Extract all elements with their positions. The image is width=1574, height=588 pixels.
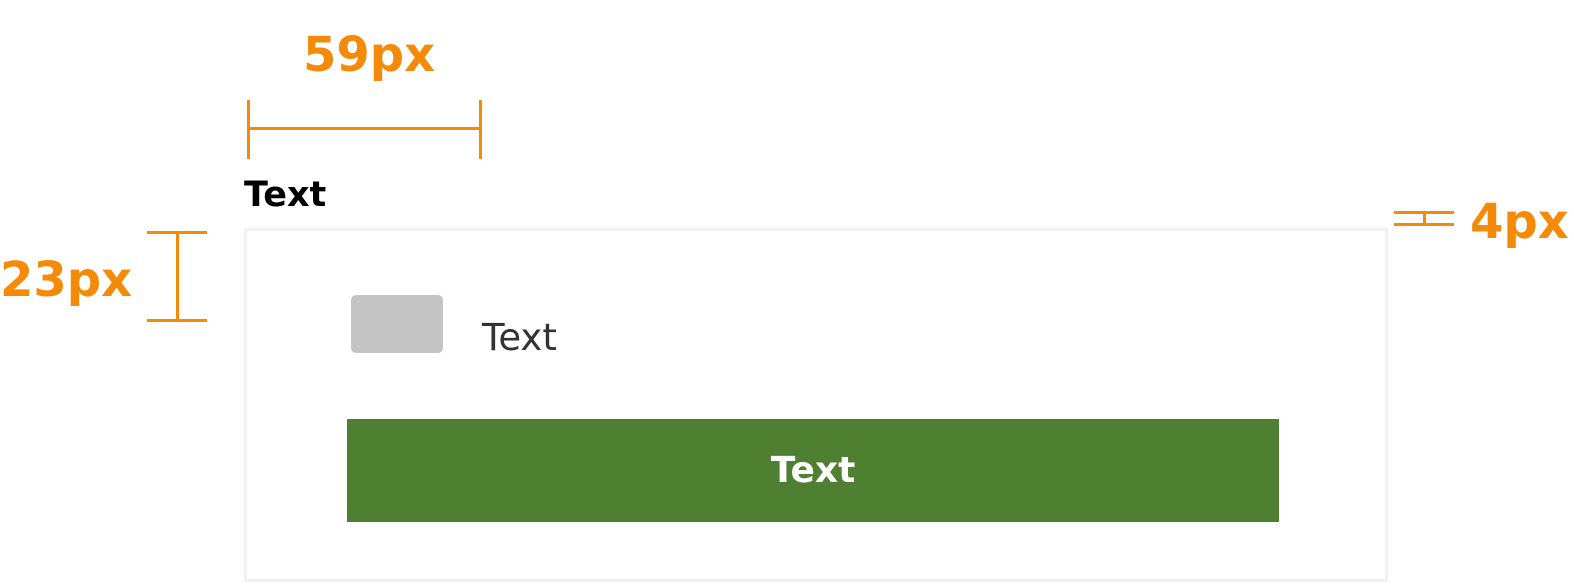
card-title: Text [244,175,327,215]
width-annotation-label: 59px [303,27,436,83]
image-placeholder [351,295,443,353]
item-label: Text [482,316,557,359]
top-padding-annotation-label: 23px [0,252,133,308]
card-container [244,228,1388,582]
border-annotation-label: 4px [1470,194,1569,250]
primary-action-button[interactable]: Text [347,419,1279,522]
